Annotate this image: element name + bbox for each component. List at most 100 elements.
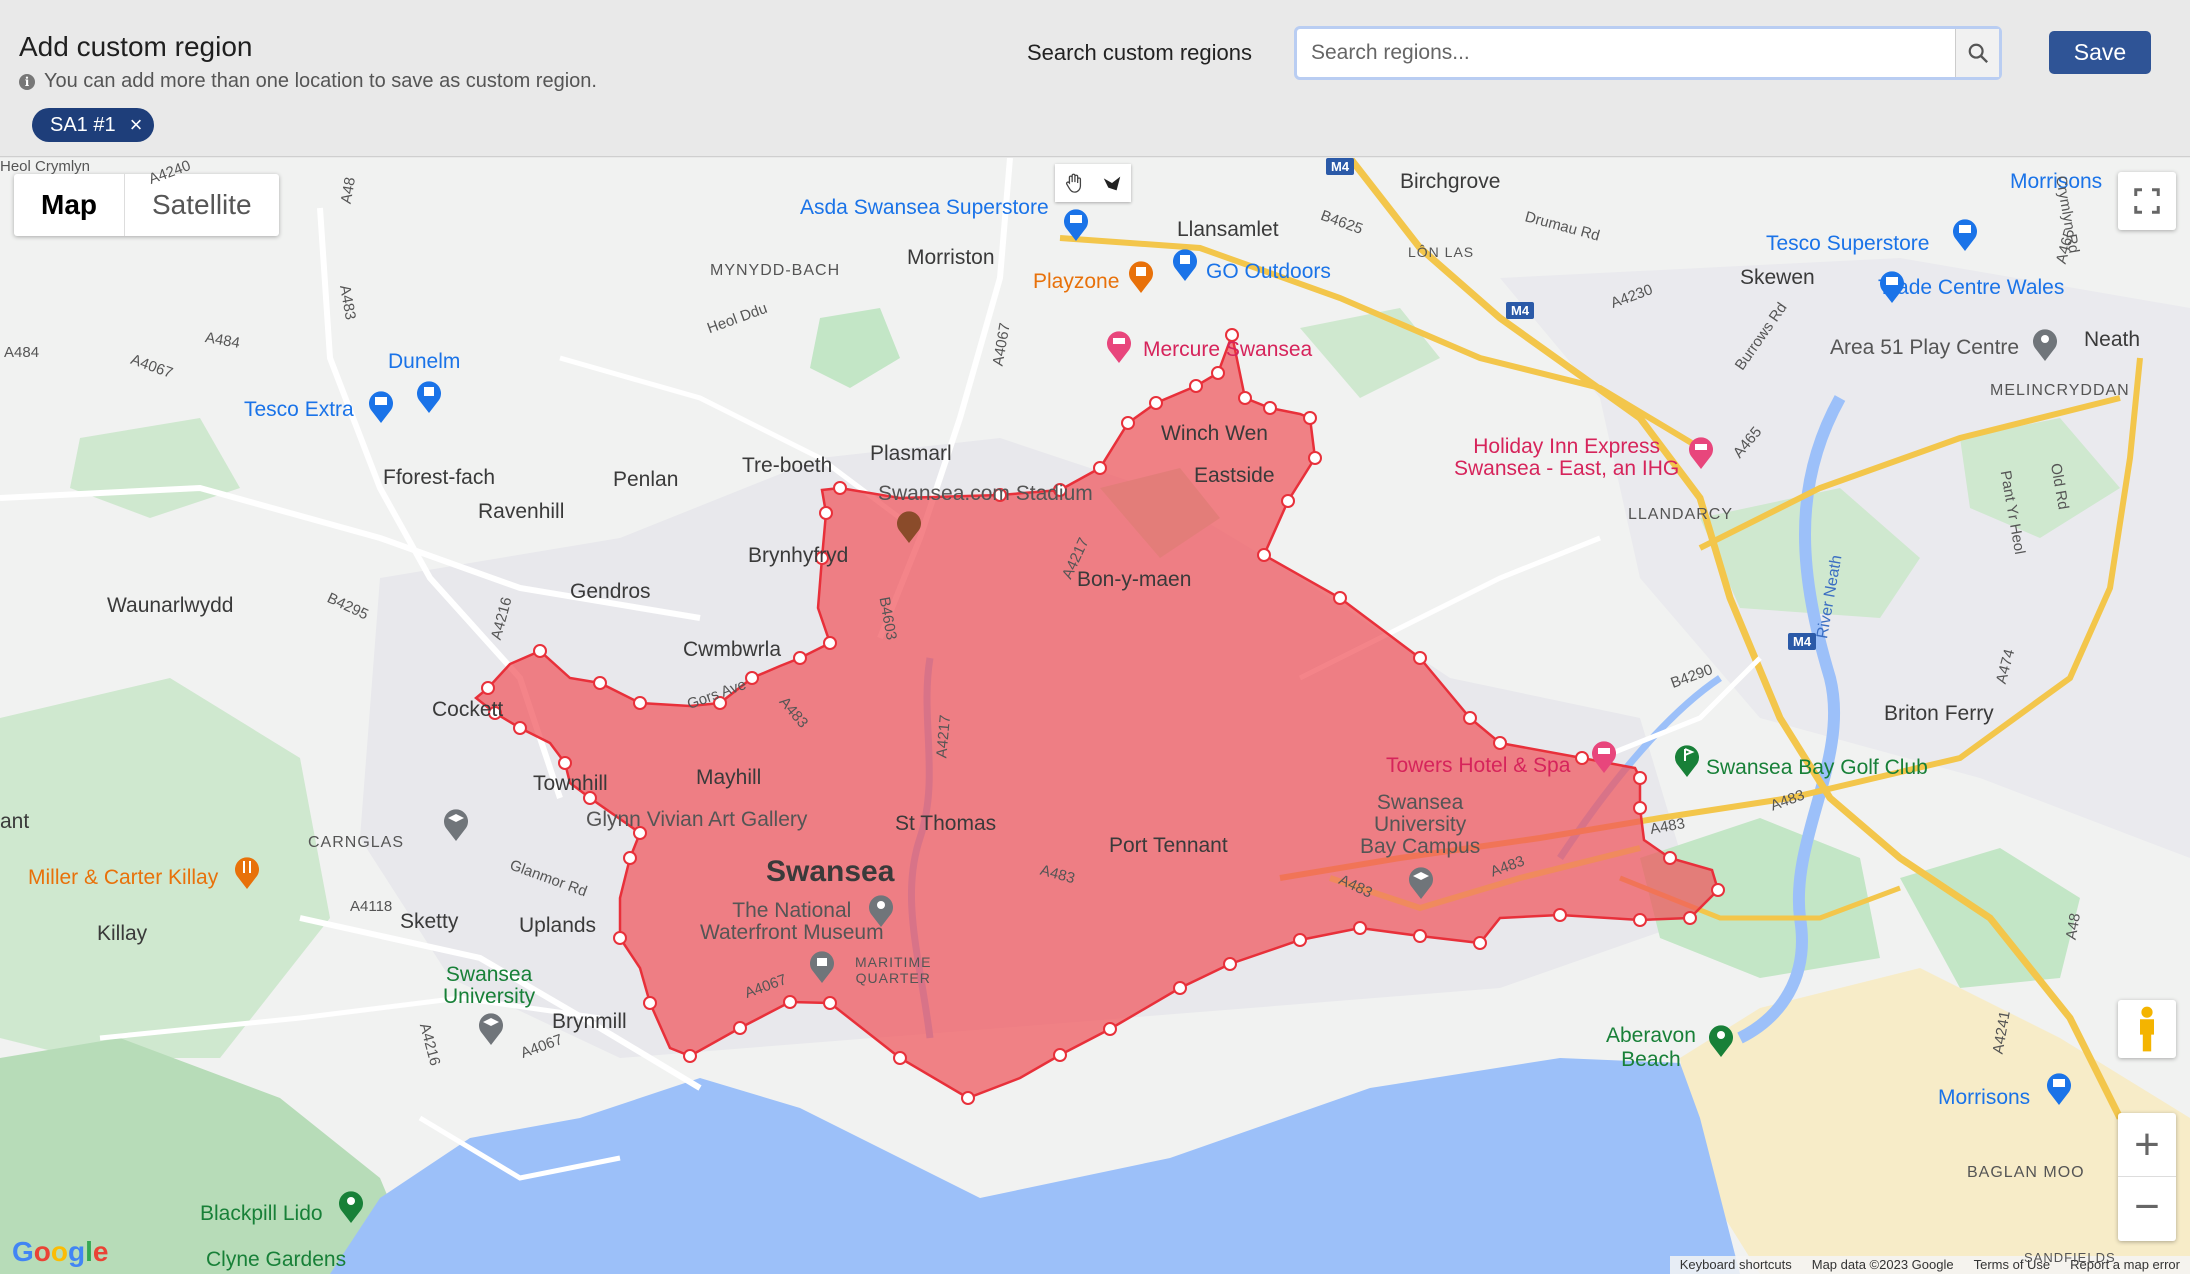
google-logo: Google [12,1236,109,1267]
poi-label-towers-hotel[interactable]: Towers Hotel & Spa [1386,754,1570,778]
place-label-llandarcy: LLANDARCY [1628,506,1734,523]
shopping-cart-icon-4 [366,388,396,429]
fullscreen-icon [2134,188,2160,214]
poi-label-playzone[interactable]: Playzone [1033,270,1119,294]
place-label-neath: Neath [2084,328,2141,351]
m4-shield: M4 [1326,158,1355,175]
school-pin-icon-3 [476,1010,506,1051]
place-label-briton-ferry: Briton Ferry [1884,702,1994,725]
remove-region-button[interactable]: × [130,112,143,138]
draw-polygon-button[interactable] [1093,164,1131,202]
save-button[interactable]: Save [2049,31,2151,74]
poi-label-clyne-gardens[interactable]: Clyne Gardens [206,1248,346,1272]
place-label-morriston: Morriston [907,246,995,269]
food-icon [1126,258,1156,299]
place-label-gendros: Gendros [570,580,651,603]
entertainment-pin-icon [2030,326,2060,367]
place-label-eastside: Eastside [1194,464,1275,487]
place-label-maritime-quarter: MARITIME QUARTER [855,954,932,986]
poi-label-asda[interactable]: Asda Swansea Superstore [800,196,1049,220]
place-label-llansamlet: Llansamlet [1177,218,1279,241]
fullscreen-button[interactable] [2118,172,2176,230]
zoom-in-button[interactable]: + [2118,1113,2176,1177]
poi-label-blackpill-lido[interactable]: Blackpill Lido [200,1202,323,1226]
search-box [1294,26,2002,80]
beach-pin-icon [1706,1022,1736,1063]
header: Add custom region i You can add more tha… [0,0,2190,157]
map-data-text: Map data ©2023 Google [1811,1257,1954,1272]
poi-label-area51[interactable]: Area 51 Play Centre [1830,336,2019,360]
poi-label-morrisons-bottom[interactable]: Morrisons [1938,1086,2030,1110]
search-button[interactable] [1955,29,1999,77]
poi-label-holiday-inn[interactable]: Holiday Inn Express Swansea - East, an I… [1454,436,1679,480]
place-label-brynhyfryd: Brynhyfryd [748,544,849,567]
poi-label-golf-club[interactable]: Swansea Bay Golf Club [1706,756,1928,780]
map-canvas[interactable]: Map Satellite + − Keyboard shortcuts Map… [0,158,2190,1274]
place-label-sandfields: SANDFIELDS [2024,1250,2116,1265]
hint-text: i You can add more than one location to … [19,70,597,93]
zoom-control: + − [2118,1113,2176,1241]
restaurant-pin-icon [232,854,262,895]
region-chip-label: SA1 #1 [50,113,116,136]
poi-label-glynn-vivian[interactable]: Glynn Vivian Art Gallery [586,808,807,832]
road-label: A484 [4,344,40,361]
road-label: A4118 [350,898,393,915]
place-label-lon-las: LÔN LAS [1408,244,1475,260]
poi-label-miller-carter[interactable]: Miller & Carter Killay [28,866,218,890]
pegman-icon [2140,1006,2154,1052]
poi-label-tesco-superstore[interactable]: Tesco Superstore [1766,232,1929,256]
street-view-pegman[interactable] [2118,1000,2176,1058]
zoom-out-button[interactable]: − [2118,1177,2176,1241]
region-chip: SA1 #1 × [32,108,155,142]
hotel-pin-icon [1104,328,1134,369]
museum-pin-icon [807,948,837,989]
search-input[interactable] [1297,29,1955,77]
info-icon: i [19,73,35,90]
shopping-bag-icon [1170,246,1200,287]
place-label-tre-boeth: Tre-boeth [742,454,833,477]
poi-label-tesco-extra[interactable]: Tesco Extra [244,398,354,422]
place-label-mayhill: Mayhill [696,766,762,789]
pan-hand-button[interactable] [1055,164,1093,202]
search-label: Search custom regions [1027,40,1252,65]
page-title: Add custom region [19,31,253,62]
hand-icon [1066,173,1082,193]
map-type-map-button[interactable]: Map [14,174,125,236]
poi-label-dunelm[interactable]: Dunelm [388,350,460,374]
park-pin-icon [336,1188,366,1229]
poi-label-swansea-university[interactable]: Swansea University [443,964,535,1008]
m4-shield: M4 [1788,633,1817,650]
school-pin-icon [1406,864,1436,905]
place-label-port-tennant: Port Tennant [1109,834,1228,857]
poi-label-waterfront-museum[interactable]: The National Waterfront Museum [700,900,884,944]
hint-label: You can add more than one location to sa… [44,70,597,92]
place-label-brynmill: Brynmill [552,1010,627,1033]
golf-pin-icon [1672,742,1702,783]
place-label-aberavon-beach: Aberavon Beach [1606,1024,1696,1071]
map-type-satellite-button[interactable]: Satellite [125,174,279,236]
road-label: Heol Crymlyn [0,158,91,175]
poi-label-go-outdoors[interactable]: GO Outdoors [1206,260,1331,284]
poi-label-swansea-com-stadium[interactable]: Swansea.com Stadium [878,482,1093,506]
place-label-killay: Killay [97,922,148,945]
place-label-penlan: Penlan [613,468,679,491]
map-type-control: Map Satellite [14,174,279,236]
search-icon [1968,43,1988,64]
place-label-fforest-fach: Fforest-fach [383,466,496,489]
map-base [0,158,2190,1274]
poi-label-university-bay[interactable]: Swansea University Bay Campus [1360,792,1480,858]
place-label-skewen: Skewen [1740,266,1815,289]
place-label-winch-wen: Winch Wen [1161,422,1268,445]
place-label-ravenhill: Ravenhill [478,500,565,523]
gallery-pin-icon [866,892,896,933]
place-label-birchgrove: Birchgrove [1400,170,1501,193]
poi-label-mercure[interactable]: Mercure Swansea [1143,338,1312,362]
keyboard-shortcuts-link[interactable]: Keyboard shortcuts [1670,1256,1802,1274]
shopping-cart-icon-2 [1950,216,1980,257]
drawing-toolbar [1055,164,1131,202]
place-label-cwmbwrla: Cwmbwrla [683,638,782,661]
place-label-bon-y-maen: Bon-y-maen [1077,568,1192,591]
place-label-uplands: Uplands [519,914,597,937]
hotel-pin-icon-2 [1686,434,1716,475]
shopping-cart-icon [1061,206,1091,247]
